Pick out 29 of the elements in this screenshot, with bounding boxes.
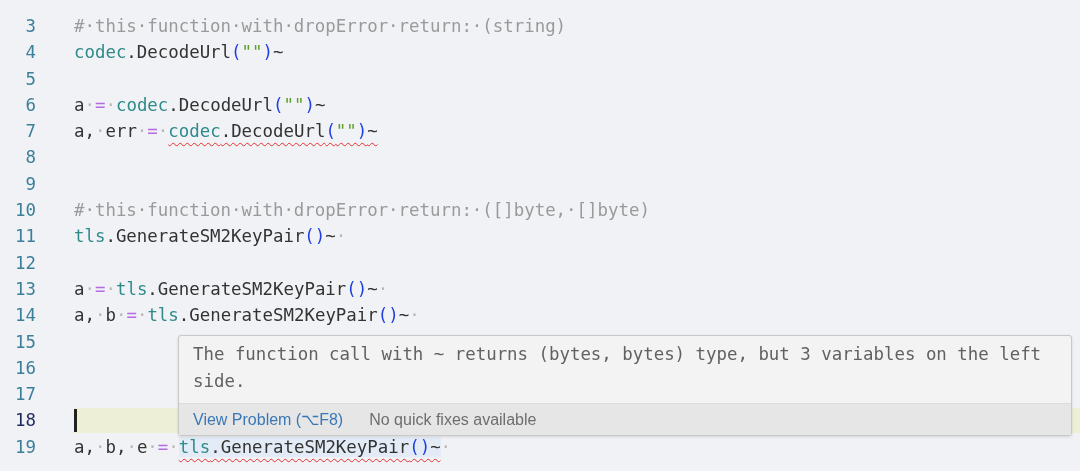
code-line: a,·err·=·codec.DecodeUrl("")~ xyxy=(74,120,378,144)
line-number: 13 xyxy=(14,277,36,301)
code-line: a·=·tls.GenerateSM2KeyPair()~· xyxy=(74,277,389,301)
line-number: 19 xyxy=(14,435,36,459)
line-number: 7 xyxy=(24,120,36,144)
problem-message: The function call with ~ returns (bytes, bytes) type, but 3 variables on the left side. xyxy=(192,343,1043,393)
code-line: #·this·function·with·dropError·return:·(string) xyxy=(74,15,567,38)
code-line: a,·b·=·tls.GenerateSM2KeyPair()~· xyxy=(74,304,420,328)
line-number: 10 xyxy=(14,199,36,223)
line-number: 17 xyxy=(14,383,36,407)
line-number: 18 xyxy=(14,409,36,433)
line-number: 5 xyxy=(24,67,36,91)
code-line: tls.GenerateSM2KeyPair()~· xyxy=(74,225,347,249)
code-line: #·this·function·with·dropError·return:·([]byte,·[]byte) xyxy=(74,199,650,223)
line-number: 16 xyxy=(14,356,36,380)
line-number: 4 xyxy=(24,41,36,65)
line-number: 11 xyxy=(14,225,36,249)
line-number: 8 xyxy=(24,146,36,170)
code-line: a·=·codec.DecodeUrl("")~ xyxy=(74,93,326,117)
view-problem-link[interactable]: View Problem (⌥F8) xyxy=(193,410,344,429)
code-line: codec.DecodeUrl("")~ xyxy=(74,41,284,65)
line-number: 3 xyxy=(24,15,36,38)
line-number: 9 xyxy=(24,172,36,196)
text-cursor xyxy=(74,409,77,432)
line-number: 15 xyxy=(14,330,36,354)
line-number: 6 xyxy=(24,93,36,117)
quick-fix-note: No quick fixes available xyxy=(369,410,537,429)
line-number: 14 xyxy=(14,304,36,328)
line-number: 12 xyxy=(14,251,36,275)
